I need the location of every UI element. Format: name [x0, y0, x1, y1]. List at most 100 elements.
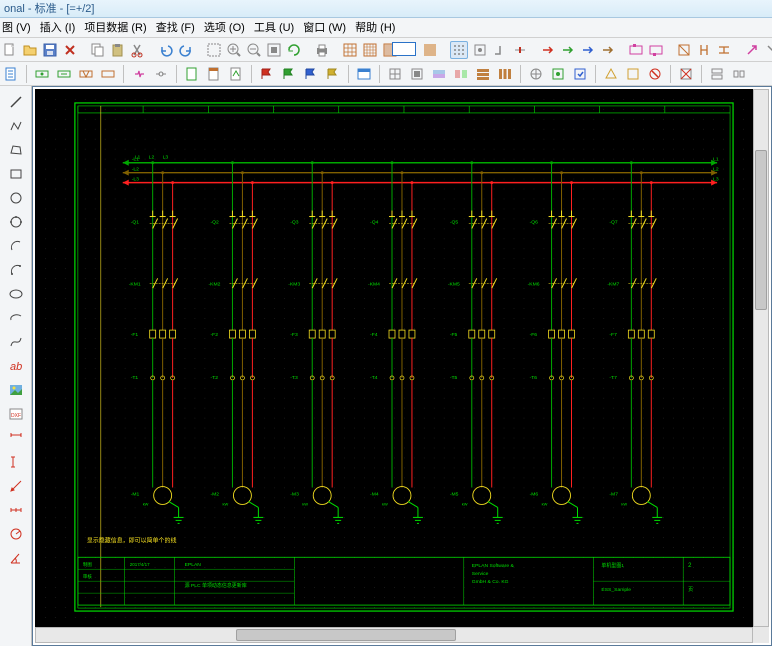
tool-y1-icon[interactable] [676, 41, 692, 59]
grid-a-icon[interactable] [342, 41, 358, 59]
circle-tool-icon[interactable] [5, 188, 27, 208]
polyline-tool-icon[interactable] [5, 116, 27, 136]
break-icon[interactable] [130, 65, 148, 83]
zoom-window-icon[interactable] [206, 41, 222, 59]
flag-g-icon[interactable] [280, 65, 298, 83]
polygon-tool-icon[interactable] [5, 140, 27, 160]
snap-grid-icon[interactable] [450, 41, 468, 59]
svg-text:L1: L1 [713, 157, 719, 163]
tool-x1-icon[interactable] [628, 41, 644, 59]
t2-m-icon[interactable] [677, 65, 695, 83]
menu-view[interactable]: 图 (V) [2, 22, 31, 34]
vertical-scrollbar[interactable] [753, 89, 769, 627]
dxf-tool-icon[interactable]: DXF [5, 404, 27, 424]
arrow-green-icon[interactable] [560, 41, 576, 59]
rect-tool-icon[interactable] [5, 164, 27, 184]
grid-e-icon[interactable] [422, 41, 438, 59]
menu-options[interactable]: 选项 (O) [204, 22, 245, 34]
t2-i-icon[interactable] [571, 65, 589, 83]
sym3-icon[interactable] [77, 65, 95, 83]
side-toolbar: ab DXF [0, 86, 32, 646]
doc-blue-icon[interactable] [2, 65, 20, 83]
page1-icon[interactable] [183, 65, 201, 83]
flag-y-icon[interactable] [324, 65, 342, 83]
zoom-in-icon[interactable] [226, 41, 242, 59]
ellipse-arc-tool-icon[interactable] [5, 308, 27, 328]
page3-icon[interactable] [227, 65, 245, 83]
menu-tools[interactable]: 工具 (U) [254, 22, 294, 34]
win1-icon[interactable] [355, 65, 373, 83]
floating-toolbox[interactable] [392, 42, 416, 56]
dim-tool-icon[interactable] [5, 428, 27, 448]
flag-r-icon[interactable] [258, 65, 276, 83]
tool-y2-icon[interactable] [696, 41, 712, 59]
t2-o-icon[interactable] [730, 65, 748, 83]
undo-icon[interactable] [158, 41, 174, 59]
text-tool-icon[interactable]: ab [5, 356, 27, 376]
drawing-canvas[interactable]: -L1L1-L2L2-L3L3L1L2L3-Q1-KM1-F1-T1-M1kW-… [35, 89, 753, 627]
arrow-brown-icon[interactable] [600, 41, 616, 59]
t2-n-icon[interactable] [708, 65, 726, 83]
arrow-blue-icon[interactable] [580, 41, 596, 59]
menu-find[interactable]: 查找 (F) [156, 22, 195, 34]
horizontal-scrollbar[interactable] [35, 627, 753, 643]
zoom-fit-icon[interactable] [266, 41, 282, 59]
t2-c-icon[interactable] [430, 65, 448, 83]
t2-e-icon[interactable] [474, 65, 492, 83]
dim2-tool-icon[interactable] [5, 452, 27, 472]
tool-x2-icon[interactable] [648, 41, 664, 59]
join-icon[interactable] [152, 65, 170, 83]
copy-icon[interactable] [90, 41, 106, 59]
page2-icon[interactable] [205, 65, 223, 83]
print-icon[interactable] [314, 41, 330, 59]
t2-b-icon[interactable] [408, 65, 426, 83]
angle-tool-icon[interactable] [5, 548, 27, 568]
menu-projdata[interactable]: 项目数据 (R) [84, 22, 146, 34]
menu-help[interactable]: 帮助 (H) [355, 22, 395, 34]
redo-icon[interactable] [178, 41, 194, 59]
arc-tool-icon[interactable] [5, 236, 27, 256]
t2-a-icon[interactable] [386, 65, 404, 83]
t2-k-icon[interactable] [624, 65, 642, 83]
circle3p-tool-icon[interactable] [5, 212, 27, 232]
flag-b-icon[interactable] [302, 65, 320, 83]
arrow-diag-icon[interactable] [764, 41, 772, 59]
snap-obj-icon[interactable] [472, 41, 488, 59]
image-tool-icon[interactable] [5, 380, 27, 400]
arrow-ne-icon[interactable] [744, 41, 760, 59]
svg-text:-M4: -M4 [370, 491, 379, 497]
cut-icon[interactable] [130, 41, 146, 59]
line-tool-icon[interactable] [5, 92, 27, 112]
grid-b-icon[interactable] [362, 41, 378, 59]
spline-tool-icon[interactable] [5, 332, 27, 352]
tool-y3-icon[interactable] [716, 41, 732, 59]
refresh-icon[interactable] [286, 41, 302, 59]
v-scroll-thumb[interactable] [755, 150, 767, 310]
dim3-tool-icon[interactable] [5, 476, 27, 496]
new-icon[interactable] [2, 41, 18, 59]
t2-j-icon[interactable] [602, 65, 620, 83]
ellipse-tool-icon[interactable] [5, 284, 27, 304]
paste-icon[interactable] [110, 41, 126, 59]
h-scroll-thumb[interactable] [236, 629, 456, 641]
menu-insert[interactable]: 插入 (I) [40, 22, 75, 34]
arc3p-tool-icon[interactable] [5, 260, 27, 280]
t2-d-icon[interactable] [452, 65, 470, 83]
sym1-icon[interactable] [33, 65, 51, 83]
sym4-icon[interactable] [99, 65, 117, 83]
arrow-red-icon[interactable] [540, 41, 556, 59]
open-icon[interactable] [22, 41, 38, 59]
snap-mid-icon[interactable] [512, 41, 528, 59]
dim4-tool-icon[interactable] [5, 500, 27, 520]
dim5-tool-icon[interactable] [5, 524, 27, 544]
zoom-out-icon[interactable] [246, 41, 262, 59]
t2-h-icon[interactable] [549, 65, 567, 83]
t2-l-icon[interactable] [646, 65, 664, 83]
t2-f-icon[interactable] [496, 65, 514, 83]
menu-window[interactable]: 窗口 (W) [303, 22, 346, 34]
save-icon[interactable] [42, 41, 58, 59]
t2-g-icon[interactable] [527, 65, 545, 83]
close-icon[interactable] [62, 41, 78, 59]
sym2-icon[interactable] [55, 65, 73, 83]
ortho-icon[interactable] [492, 41, 508, 59]
